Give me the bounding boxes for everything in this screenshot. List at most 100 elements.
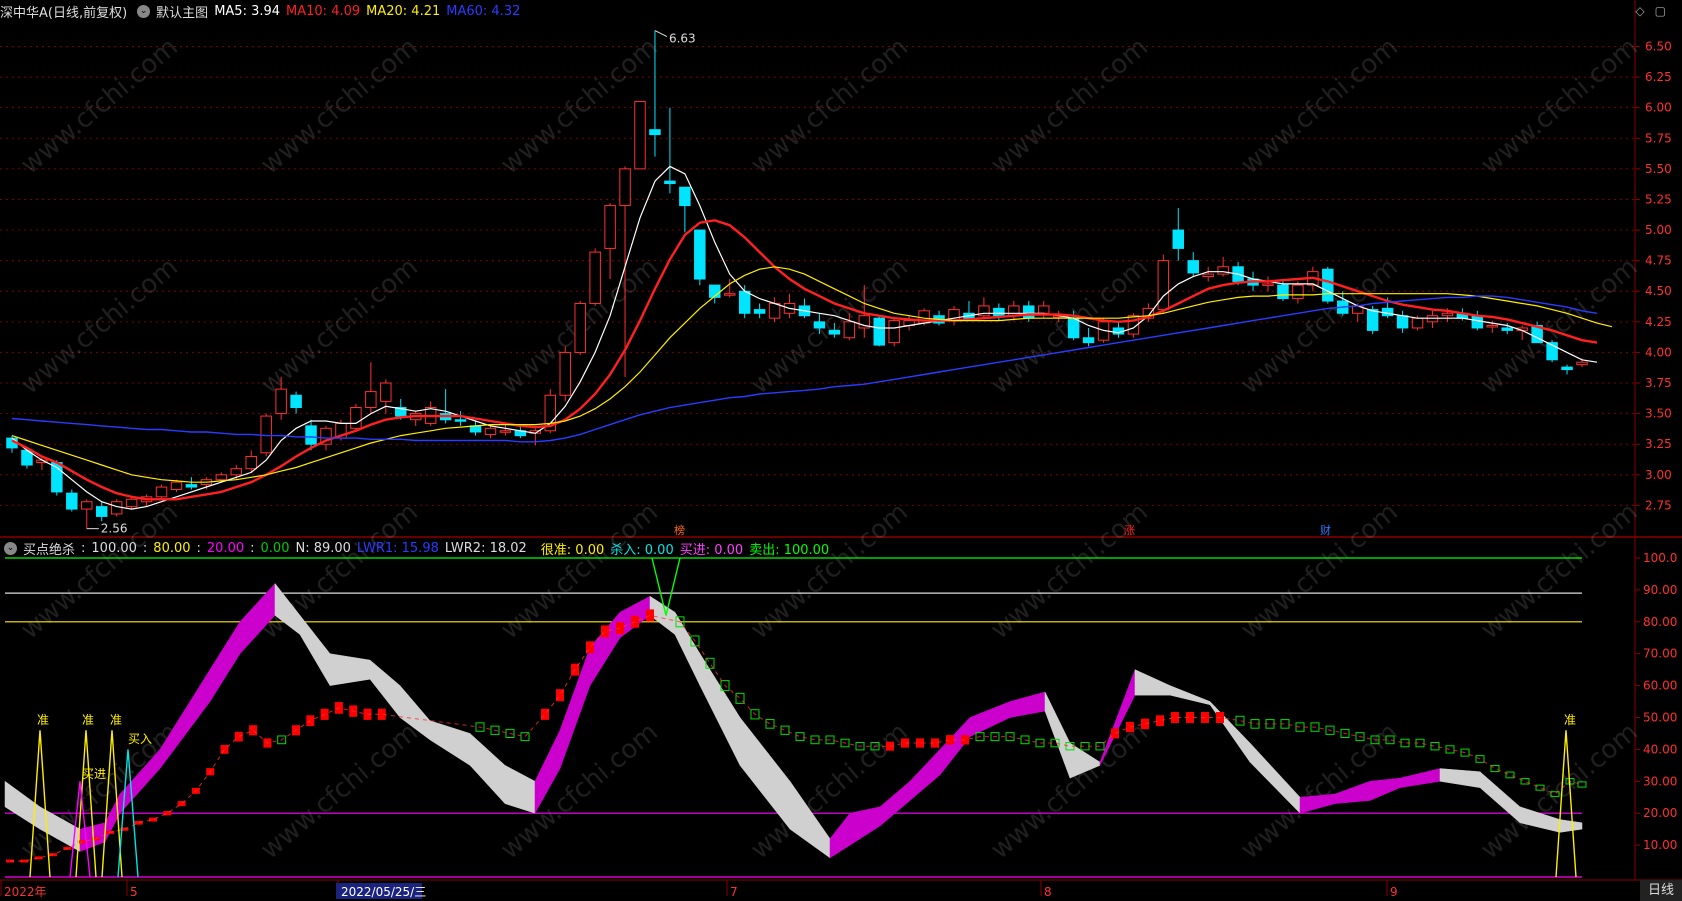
osc-value: 买进: 0.00 (679, 542, 744, 558)
watermark-text: www.cfchi.com (1475, 497, 1644, 645)
candle-body (813, 321, 826, 329)
candle-body (768, 302, 781, 319)
chevron-down-icon[interactable]: ⌄ (4, 541, 17, 555)
watermark-text: www.cfchi.com (985, 32, 1154, 180)
candle-body (723, 293, 736, 296)
osc-step-bar-up (134, 820, 143, 825)
candle-body (1411, 317, 1424, 329)
candle-body (1561, 366, 1573, 371)
candle-body (888, 320, 900, 344)
watermark-text: www.cfchi.com (15, 497, 184, 645)
osc-band-falling (1209, 700, 1251, 763)
oscillator-name[interactable]: 买点绝杀 (23, 539, 75, 558)
candle-body (1322, 268, 1334, 302)
signal-label: 准 (82, 713, 94, 727)
osc-band-rising (849, 806, 881, 846)
osc-value: 杀入: 0.00 (610, 542, 674, 558)
osc-axis-label: 60.00 (1643, 679, 1677, 693)
osc-axis-label: 10.00 (1643, 838, 1677, 852)
osc-axis-label: 80.00 (1643, 615, 1677, 629)
osc-value: LWR2: 18.02 (444, 540, 527, 556)
candle-body (679, 186, 691, 207)
candle-body (1217, 266, 1229, 275)
candle-body (170, 481, 183, 490)
osc-axis-label: 50.00 (1643, 711, 1677, 725)
date-axis-label: 2022/05/25/三 (341, 885, 426, 899)
price-axis-label: 3.75 (1645, 376, 1672, 390)
watermark-layer: www.cfchi.com www.cfchi.com www.cfchi.com w… (15, 32, 1644, 865)
high-label: 6.63 (669, 32, 696, 46)
period-selector[interactable]: 日线 (1640, 880, 1682, 901)
chevron-down-icon[interactable]: ⌄ (137, 4, 151, 18)
candle-body (843, 321, 856, 339)
candle-body (1202, 273, 1214, 278)
osc-step-bar-down (765, 719, 775, 729)
price-axis-label: 5.25 (1645, 192, 1672, 206)
signal-label: 准 (110, 713, 122, 727)
osc-band-rising (969, 701, 1011, 738)
candle-body (1471, 315, 1484, 329)
price-axis-label: 4.75 (1645, 254, 1672, 268)
osc-band-rising (1399, 768, 1441, 788)
chart-template-name[interactable]: 默认主图 (156, 2, 208, 21)
price-axis-label: 3.25 (1645, 437, 1672, 451)
osc-band-rising (829, 812, 851, 859)
osc-axis-label: 100.0 (1643, 551, 1677, 565)
candle-body (993, 307, 1005, 317)
candle-body (499, 430, 512, 433)
diamond-icon[interactable]: ◇ (1635, 4, 1644, 18)
osc-band-rising (159, 668, 211, 770)
candle-body (1082, 337, 1095, 344)
candle-body (694, 229, 706, 280)
signal-label: 买进 (82, 767, 106, 781)
watermark-text: www.cfchi.com (1235, 497, 1404, 645)
candle-body (589, 251, 601, 304)
stock-chart-canvas[interactable]: www.cfchi.com www.cfchi.com www.cfchi.com w… (0, 0, 1682, 901)
candle-body (1366, 309, 1379, 331)
watermark-text: www.cfchi.com (15, 32, 184, 180)
candle-body (125, 498, 138, 508)
osc-band-rising (1009, 691, 1046, 718)
osc-band-falling (1439, 768, 1481, 788)
osc-band-falling (674, 611, 701, 686)
price-axis-label: 6.50 (1645, 39, 1672, 53)
watermark-text: www.cfchi.com (1475, 32, 1644, 180)
ma60-value: MA60: 4.32 (446, 3, 521, 19)
osc-step-bar-down (1505, 771, 1515, 779)
osc-value: 0.00 (260, 540, 290, 556)
osc-band-falling (699, 652, 741, 766)
square-icon[interactable]: ▢ (1655, 4, 1666, 18)
ma5-value: MA5: 3.94 (214, 3, 281, 19)
price-axis-label: 2.75 (1645, 498, 1672, 512)
candle-body (305, 425, 317, 445)
osc-step-bar-up (946, 735, 954, 745)
candle-body (1037, 305, 1050, 314)
low-label: 2.56 (101, 522, 128, 536)
candle-body (1381, 307, 1394, 317)
price-axis-label: 4.50 (1645, 284, 1672, 298)
price-axis-label: 4.00 (1645, 345, 1672, 359)
osc-band-falling (1044, 691, 1071, 779)
osc-axis-label: 90.00 (1643, 583, 1677, 597)
price-axis-label: 6.25 (1645, 70, 1672, 84)
osc-value: 80.00 (153, 540, 191, 556)
high-marker (654, 30, 668, 38)
candle-body (574, 302, 586, 353)
date-axis-label: 5 (130, 885, 138, 899)
osc-step-bar-up (249, 725, 258, 736)
candle-body (649, 129, 661, 136)
candle-body (1023, 305, 1035, 319)
candle-body (365, 391, 377, 409)
osc-value: 很准: 0.00 (540, 542, 605, 558)
candlestick-series[interactable] (6, 30, 1588, 529)
candle-body (230, 468, 243, 476)
candle-body (110, 501, 123, 515)
osc-band-falling (1249, 742, 1301, 814)
signal-label: 准 (1564, 713, 1576, 727)
osc-band-rising (239, 582, 276, 655)
signal-label: 准 (37, 713, 49, 727)
osc-band-rising (939, 716, 971, 776)
candle-body (260, 415, 272, 454)
stock-title[interactable]: 深中华A(日线,前复权) (0, 2, 127, 21)
osc-band-falling (1479, 771, 1521, 824)
